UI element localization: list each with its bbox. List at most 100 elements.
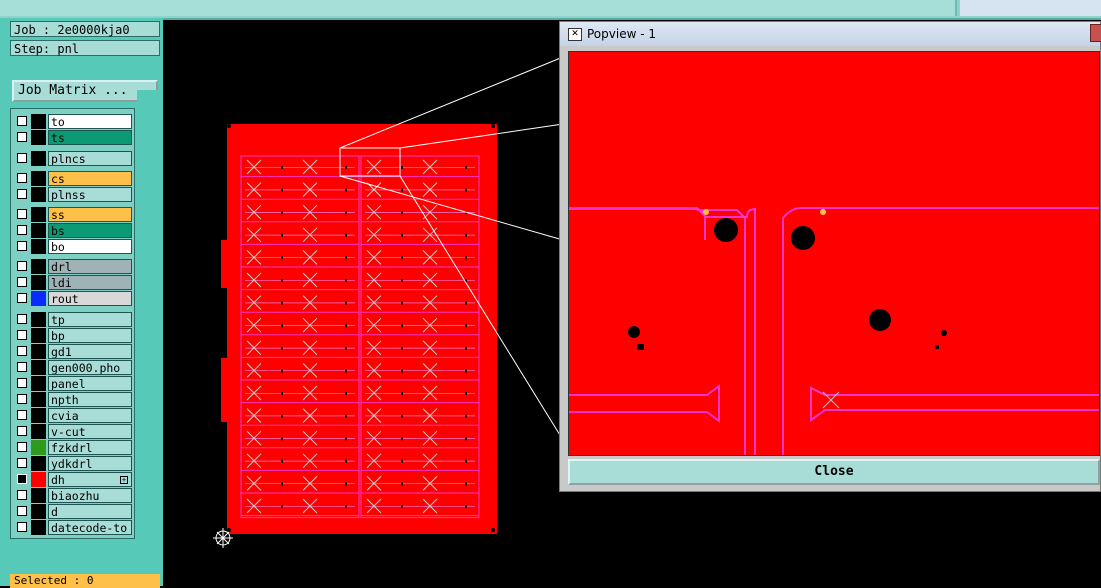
layer-name[interactable]: gen000.pho [48,360,132,375]
layer-name[interactable]: ldi [48,275,132,290]
layer-row-bp[interactable]: bp [15,328,133,343]
layer-row-drl[interactable]: drl [15,259,133,274]
layer-checkbox[interactable] [17,314,27,324]
layer-name[interactable]: cs [48,171,132,186]
layer-row-npth[interactable]: npth [15,392,133,407]
popview-zoom-view[interactable] [568,51,1100,456]
layer-name[interactable]: datecode-to [48,520,132,535]
layer-row-d[interactable]: d [15,504,133,519]
popview-titlebar[interactable]: ✕ Popview - 1 [560,22,1101,46]
layer-color-swatch[interactable] [31,114,46,129]
layer-name[interactable]: to [48,114,132,129]
layer-checkbox[interactable] [17,153,27,163]
layer-color-swatch[interactable] [31,291,46,306]
layer-color-swatch[interactable] [31,488,46,503]
layer-checkbox[interactable] [17,362,27,372]
popview-close-button[interactable]: Close [568,459,1100,485]
layer-checkbox[interactable] [17,116,27,126]
layer-name[interactable]: v-cut [48,424,132,439]
layer-color-swatch[interactable] [31,376,46,391]
layer-row-cs[interactable]: cs [15,171,133,186]
layer-row-dh[interactable]: dh + [15,472,133,487]
layer-color-swatch[interactable] [31,207,46,222]
layer-checkbox[interactable] [17,522,27,532]
layer-row-tp[interactable]: tp [15,312,133,327]
window-close-icon[interactable] [1090,24,1101,42]
layer-row-to[interactable]: to [15,114,133,129]
layer-checkbox[interactable] [17,426,27,436]
layer-name[interactable]: d [48,504,132,519]
layer-checkbox[interactable] [17,225,27,235]
layer-row-plncs[interactable]: plncs [15,151,133,166]
board-canvas[interactable] [163,18,563,586]
layer-checkbox[interactable] [17,261,27,271]
layer-name[interactable]: cvia [48,408,132,423]
layer-color-swatch[interactable] [31,392,46,407]
layer-checkbox[interactable] [17,241,27,251]
layer-checkbox[interactable] [17,474,27,484]
layer-color-swatch[interactable] [31,151,46,166]
layer-color-swatch[interactable] [31,424,46,439]
layer-row-biaozhu[interactable]: biaozhu [15,488,133,503]
layer-name[interactable]: bo [48,239,132,254]
layer-color-swatch[interactable] [31,408,46,423]
layer-checkbox[interactable] [17,209,27,219]
layer-color-swatch[interactable] [31,130,46,145]
layer-checkbox[interactable] [17,458,27,468]
layer-row-ss[interactable]: ss [15,207,133,222]
layer-row-panel[interactable]: panel [15,376,133,391]
layer-name[interactable]: panel [48,376,132,391]
layer-checkbox[interactable] [17,442,27,452]
layer-row-bs[interactable]: bs [15,223,133,238]
layer-checkbox[interactable] [17,394,27,404]
layer-checkbox[interactable] [17,410,27,420]
layer-color-swatch[interactable] [31,223,46,238]
layer-checkbox[interactable] [17,490,27,500]
layer-name[interactable]: tp [48,312,132,327]
layer-row-bo[interactable]: bo [15,239,133,254]
layer-color-swatch[interactable] [31,456,46,471]
layer-checkbox[interactable] [17,173,27,183]
layer-name[interactable]: ts [48,130,132,145]
layer-row-v-cut[interactable]: v-cut [15,424,133,439]
layer-name[interactable]: gd1 [48,344,132,359]
layer-color-swatch[interactable] [31,239,46,254]
layer-name[interactable]: biaozhu [48,488,132,503]
layer-color-swatch[interactable] [31,360,46,375]
layer-color-swatch[interactable] [31,328,46,343]
layer-name[interactable]: rout [48,291,132,306]
layer-color-swatch[interactable] [31,472,46,487]
layer-row-plnss[interactable]: plnss [15,187,133,202]
layer-checkbox[interactable] [17,293,27,303]
layer-name[interactable]: fzkdrl [48,440,132,455]
layer-color-swatch[interactable] [31,187,46,202]
expand-icon[interactable]: + [120,476,128,484]
layer-name[interactable]: plnss [48,187,132,202]
layer-color-swatch[interactable] [31,259,46,274]
layer-color-swatch[interactable] [31,504,46,519]
layer-checkbox[interactable] [17,346,27,356]
layer-name[interactable]: drl [48,259,132,274]
layer-name[interactable]: bp [48,328,132,343]
layer-checkbox[interactable] [17,378,27,388]
layer-color-swatch[interactable] [31,171,46,186]
layer-checkbox[interactable] [17,277,27,287]
layer-color-swatch[interactable] [31,312,46,327]
layer-color-swatch[interactable] [31,275,46,290]
layer-name[interactable]: plncs [48,151,132,166]
layer-color-swatch[interactable] [31,520,46,535]
layer-checkbox[interactable] [17,330,27,340]
layer-checkbox[interactable] [17,132,27,142]
layer-name[interactable]: ss [48,207,132,222]
layer-name[interactable]: dh + [48,472,132,487]
layer-row-gd1[interactable]: gd1 [15,344,133,359]
top-toolbar-field[interactable] [0,0,957,16]
layer-checkbox[interactable] [17,506,27,516]
layer-color-swatch[interactable] [31,440,46,455]
layer-name[interactable]: npth [48,392,132,407]
layer-row-ldi[interactable]: ldi [15,275,133,290]
layer-row-cvia[interactable]: cvia [15,408,133,423]
layer-name[interactable]: bs [48,223,132,238]
layer-name[interactable]: ydkdrl [48,456,132,471]
layer-row-rout[interactable]: rout [15,291,133,306]
